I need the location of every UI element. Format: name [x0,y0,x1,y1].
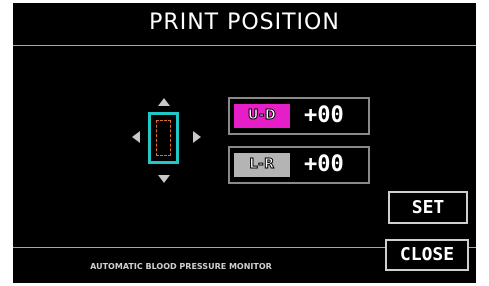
print-position-screen: PRINT POSITION U-D +00 L-R +00 SET CLOSE… [13,3,476,283]
lr-value: +00 [304,152,344,177]
arrow-left-icon[interactable] [132,131,140,143]
close-button[interactable]: CLOSE [385,239,469,271]
ud-badge: U-D [234,104,290,128]
arrow-up-icon[interactable] [158,98,170,106]
ud-value: +00 [304,103,344,128]
page-title: PRINT POSITION [149,10,340,35]
lr-badge: L-R [234,153,290,177]
ud-setting-row[interactable]: U-D +00 [228,97,370,135]
paper-position-icon [148,112,179,164]
lr-setting-row[interactable]: L-R +00 [228,146,370,184]
print-area-guide [156,120,171,156]
header-divider [13,45,476,46]
device-name: AUTOMATIC BLOOD PRESSURE MONITOR [90,262,272,271]
arrow-down-icon[interactable] [158,175,170,183]
arrow-right-icon[interactable] [193,131,201,143]
set-button[interactable]: SET [388,191,468,224]
